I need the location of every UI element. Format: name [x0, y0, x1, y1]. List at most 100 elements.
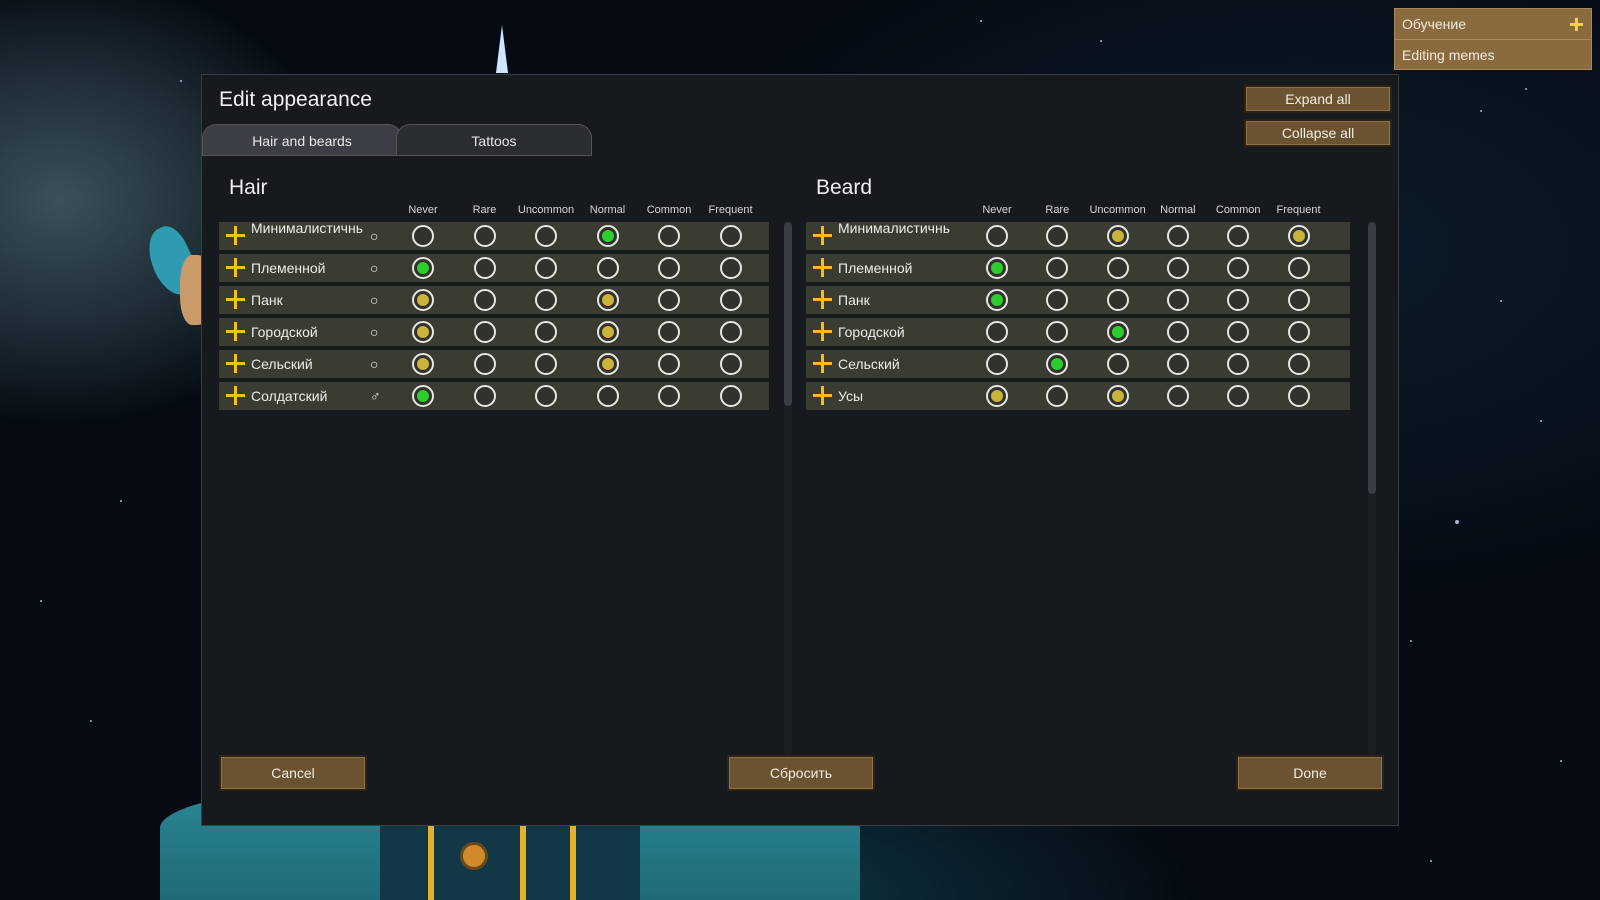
default-marker-dot [417, 326, 429, 338]
radio-never[interactable] [986, 257, 1008, 279]
cancel-button[interactable]: Cancel [219, 755, 367, 791]
radio-never[interactable] [986, 225, 1008, 247]
radio-frequent[interactable] [719, 321, 742, 343]
radio-rare[interactable] [473, 225, 496, 247]
radio-frequent[interactable] [1287, 225, 1310, 247]
collapse-all-button[interactable]: Collapse all [1244, 119, 1392, 147]
radio-normal[interactable] [596, 289, 619, 311]
radio-normal[interactable] [1166, 385, 1189, 407]
radio-uncommon[interactable] [1106, 385, 1129, 407]
reset-button[interactable]: Сбросить [727, 755, 875, 791]
plus-icon[interactable]: + [1569, 11, 1584, 37]
notification-editing-memes[interactable]: Editing memes [1395, 40, 1591, 70]
radio-common[interactable] [658, 321, 680, 343]
beard-scrollbar[interactable] [1368, 222, 1376, 756]
radio-never[interactable] [986, 385, 1008, 407]
radio-common[interactable] [658, 225, 680, 247]
radio-uncommon[interactable] [1106, 321, 1129, 343]
radio-frequent[interactable] [1287, 385, 1310, 407]
radio-common[interactable] [1227, 353, 1250, 375]
radio-rare[interactable] [473, 257, 496, 279]
radio-normal[interactable] [596, 257, 619, 279]
tab-tattoos[interactable]: Tattoos [396, 124, 592, 156]
radio-common[interactable] [658, 289, 680, 311]
radio-rare[interactable] [1046, 257, 1069, 279]
radio-normal[interactable] [596, 385, 619, 407]
radio-common[interactable] [658, 353, 680, 375]
radio-rare[interactable] [473, 289, 496, 311]
radio-common[interactable] [1227, 225, 1250, 247]
radio-normal[interactable] [596, 353, 619, 375]
expand-plus-icon[interactable] [812, 384, 832, 406]
radio-common[interactable] [658, 385, 680, 407]
radio-frequent[interactable] [1287, 353, 1310, 375]
radio-common[interactable] [1227, 321, 1250, 343]
radio-normal[interactable] [1166, 289, 1189, 311]
radio-normal[interactable] [1166, 321, 1189, 343]
radio-rare[interactable] [1046, 225, 1069, 247]
radio-uncommon[interactable] [535, 289, 557, 311]
radio-uncommon[interactable] [1106, 289, 1129, 311]
radio-never[interactable] [412, 353, 434, 375]
radio-common[interactable] [1227, 257, 1250, 279]
expand-plus-icon[interactable] [225, 352, 245, 374]
radio-normal[interactable] [1166, 257, 1189, 279]
radio-rare[interactable] [1046, 385, 1069, 407]
radio-never[interactable] [412, 225, 434, 247]
radio-rare[interactable] [1046, 289, 1069, 311]
radio-rare[interactable] [473, 321, 496, 343]
radio-never[interactable] [986, 321, 1008, 343]
done-button[interactable]: Done [1236, 755, 1384, 791]
expand-plus-icon[interactable] [225, 288, 245, 310]
radio-frequent[interactable] [719, 257, 742, 279]
radio-normal[interactable] [596, 225, 619, 247]
scrollbar-thumb[interactable] [1368, 222, 1376, 494]
scrollbar-thumb[interactable] [784, 222, 792, 406]
radio-frequent[interactable] [1287, 257, 1310, 279]
expand-plus-icon[interactable] [225, 256, 245, 278]
expand-plus-icon[interactable] [225, 224, 245, 246]
expand-plus-icon[interactable] [812, 352, 832, 374]
notification-tutorial[interactable]: Обучение + [1395, 9, 1591, 40]
expand-plus-icon[interactable] [812, 288, 832, 310]
radio-never[interactable] [412, 321, 434, 343]
radio-frequent[interactable] [719, 385, 742, 407]
radio-uncommon[interactable] [535, 385, 557, 407]
expand-plus-icon[interactable] [812, 320, 832, 342]
radio-never[interactable] [412, 257, 434, 279]
radio-rare[interactable] [1046, 321, 1069, 343]
radio-never[interactable] [986, 289, 1008, 311]
expand-plus-icon[interactable] [225, 320, 245, 342]
radio-common[interactable] [1227, 289, 1250, 311]
radio-common[interactable] [1227, 385, 1250, 407]
radio-never[interactable] [412, 289, 434, 311]
radio-frequent[interactable] [719, 353, 742, 375]
radio-frequent[interactable] [719, 225, 742, 247]
expand-plus-icon[interactable] [225, 384, 245, 406]
radio-rare[interactable] [473, 385, 496, 407]
radio-frequent[interactable] [1287, 289, 1310, 311]
tab-hair-and-beards[interactable]: Hair and beards [202, 124, 402, 156]
hair-style-row: Панк ○ [219, 286, 769, 314]
radio-common[interactable] [658, 257, 680, 279]
radio-frequent[interactable] [1287, 321, 1310, 343]
expand-all-button[interactable]: Expand all [1244, 85, 1392, 113]
radio-rare[interactable] [1046, 353, 1069, 375]
radio-uncommon[interactable] [1106, 257, 1129, 279]
radio-normal[interactable] [596, 321, 619, 343]
radio-normal[interactable] [1166, 225, 1189, 247]
radio-uncommon[interactable] [1106, 353, 1129, 375]
radio-frequent[interactable] [719, 289, 742, 311]
radio-rare[interactable] [473, 353, 496, 375]
expand-plus-icon[interactable] [812, 256, 832, 278]
radio-uncommon[interactable] [535, 353, 557, 375]
radio-never[interactable] [412, 385, 434, 407]
hair-scrollbar[interactable] [784, 222, 792, 756]
expand-plus-icon[interactable] [812, 224, 832, 246]
radio-normal[interactable] [1166, 353, 1189, 375]
radio-never[interactable] [986, 353, 1008, 375]
radio-uncommon[interactable] [1106, 225, 1129, 247]
radio-uncommon[interactable] [535, 321, 557, 343]
radio-uncommon[interactable] [535, 257, 557, 279]
radio-uncommon[interactable] [535, 225, 557, 247]
